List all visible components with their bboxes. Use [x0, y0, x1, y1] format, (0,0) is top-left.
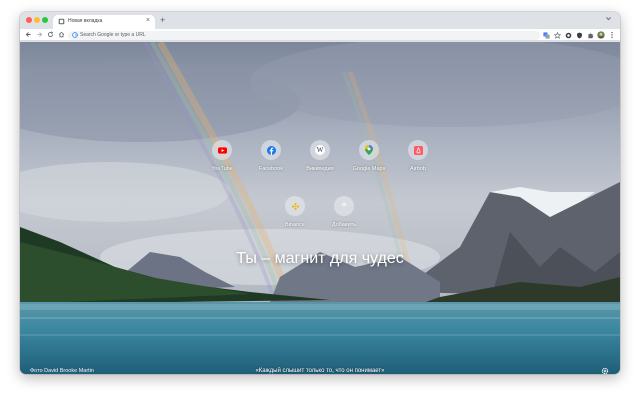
shortcut-tile [261, 140, 281, 160]
new-tab-page: YouTube Facebook W Википедия Google Maps… [20, 42, 620, 374]
shortcut-google-maps[interactable]: Google Maps [346, 140, 392, 184]
google-g-icon [72, 32, 78, 38]
shortcut-airbnb[interactable]: Airbnb [395, 140, 441, 184]
shortcut-binance[interactable]: Binance [272, 196, 318, 240]
shortcut-label: Добавить [331, 222, 357, 228]
new-tab-favicon-icon [58, 18, 65, 25]
shortcut-tile [212, 140, 232, 160]
shortcut-tile [408, 140, 428, 160]
background-landscape-photo [20, 42, 620, 374]
customize-gear-icon[interactable] [601, 367, 609, 374]
kebab-menu-icon [611, 31, 613, 39]
binance-icon [291, 202, 299, 210]
shortcut-label: Airbnb [410, 166, 426, 172]
translate-icon [542, 31, 550, 39]
extension-button-2[interactable] [575, 31, 583, 39]
youtube-icon [217, 146, 227, 154]
reload-button[interactable] [46, 30, 55, 39]
shortcut-tile: + [334, 196, 354, 216]
shortcut-youtube[interactable]: YouTube [199, 140, 245, 184]
tab-strip: Новая вкладка × + [20, 12, 620, 29]
forward-button[interactable] [35, 30, 44, 39]
airbnb-icon [413, 145, 423, 155]
tab-title: Новая вкладка [68, 18, 103, 24]
extension-button-1[interactable] [564, 31, 572, 39]
quote: «Каждый слышит только то, что он понимае… [255, 368, 385, 374]
puzzle-icon [587, 32, 593, 38]
shortcut-tile [359, 140, 379, 160]
translate-extension-button[interactable] [542, 31, 550, 39]
shortcut-tile: W [310, 140, 330, 160]
add-shortcut-button[interactable]: + Добавить [321, 196, 367, 240]
shortcut-tile [285, 196, 305, 216]
home-button[interactable] [57, 30, 66, 39]
forward-arrow-icon [37, 32, 43, 37]
avatar-icon [597, 31, 605, 39]
omnibox-placeholder: Search Google or type a URL [80, 32, 146, 38]
google-maps-icon [365, 145, 373, 155]
extension-circle-icon [565, 32, 571, 38]
new-tab-button[interactable]: + [160, 15, 165, 25]
tab-search-icon[interactable] [605, 15, 612, 22]
profile-avatar[interactable] [597, 31, 605, 39]
maximize-window-button[interactable] [42, 17, 48, 23]
extension-shield-icon [576, 32, 582, 38]
wikipedia-icon: W [316, 145, 324, 154]
tab-new-tab[interactable]: Новая вкладка × [53, 15, 155, 29]
add-shortcut-icon: + [341, 200, 347, 211]
star-icon [553, 31, 561, 39]
close-window-button[interactable] [26, 17, 32, 23]
facebook-icon [266, 145, 276, 155]
chrome-menu-button[interactable] [608, 31, 616, 39]
tab-close-icon[interactable]: × [146, 17, 150, 25]
home-icon [58, 31, 65, 38]
back-arrow-icon [25, 32, 31, 37]
shortcut-wikipedia[interactable]: W Википедия [297, 140, 343, 184]
extension-button-3[interactable] [586, 31, 594, 39]
back-button[interactable] [24, 30, 33, 39]
shortcut-facebook[interactable]: Facebook [248, 140, 294, 184]
browser-window: Новая вкладка × + Search Google or type … [20, 12, 620, 374]
bookmark-star-button[interactable] [553, 31, 561, 39]
minimize-window-button[interactable] [34, 17, 40, 23]
reload-icon [47, 31, 54, 38]
toolbar: Search Google or type a URL [20, 29, 620, 41]
omnibox[interactable]: Search Google or type a URL [68, 30, 540, 40]
headline: Ты – магнит для чудес [236, 250, 404, 267]
